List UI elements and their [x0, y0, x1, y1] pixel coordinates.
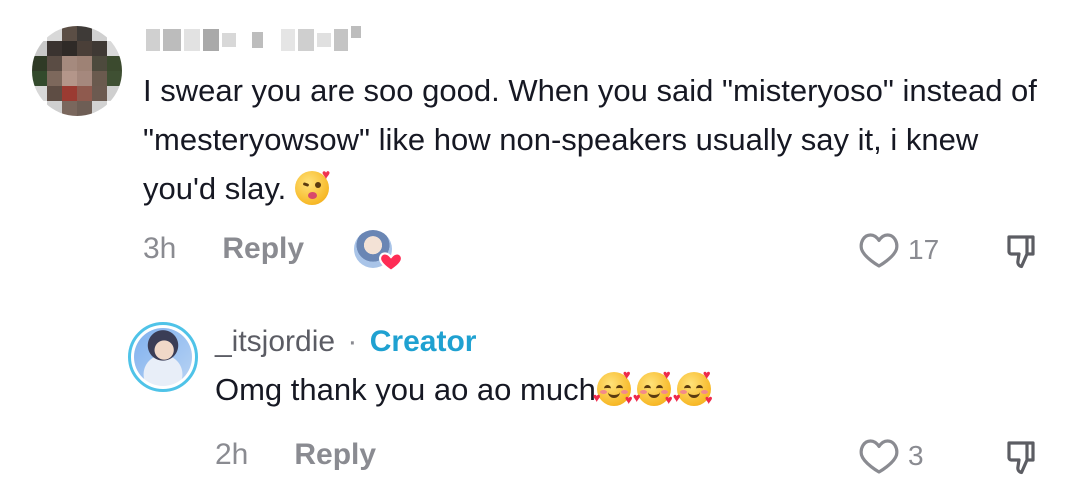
commenter-username[interactable]	[146, 26, 361, 54]
reply-meta: 2h Reply	[215, 438, 376, 472]
reply-reply-button[interactable]: Reply	[294, 438, 376, 472]
reply-button[interactable]: Reply	[222, 232, 304, 266]
comment-thread: I swear you are soo good. When you said …	[0, 0, 1080, 500]
comment-meta: 3h Reply	[143, 232, 304, 266]
comment-time: 3h	[143, 232, 177, 265]
heart-outline-icon[interactable]	[858, 230, 900, 270]
reply-header: _itsjordie · Creator	[215, 322, 476, 362]
creator-badge: Creator	[369, 325, 477, 358]
smiling-face-with-hearts-emoji: ♥ ♥ ♥	[592, 367, 633, 407]
heart-icon	[379, 252, 403, 273]
reply-text: Omg thank you ao ao much	[215, 372, 596, 407]
reply-body: Omg thank you ao ao much ♥ ♥ ♥ ♥ ♥ ♥ ♥ ♥ ♥	[215, 367, 713, 412]
like-count: 17	[908, 234, 940, 265]
kissing-face-emoji: ♥	[294, 167, 330, 205]
creator-avatar-image	[134, 328, 192, 386]
reply-username[interactable]: _itsjordie	[215, 325, 335, 358]
smiling-face-with-hearts-emoji: ♥ ♥ ♥	[632, 367, 673, 407]
dislike-icon[interactable]	[1003, 437, 1043, 477]
reply-time: 2h	[215, 438, 249, 471]
smiling-face-with-hearts-emoji: ♥ ♥ ♥	[672, 367, 713, 407]
commenter-avatar[interactable]	[32, 26, 122, 116]
comment-like[interactable]: 17	[858, 230, 939, 270]
creator-avatar[interactable]	[128, 322, 198, 392]
creator-liked-indicator	[354, 230, 403, 273]
like-count: 3	[908, 440, 924, 471]
separator-dot: ·	[347, 325, 358, 358]
heart-outline-icon[interactable]	[858, 436, 900, 476]
dislike-icon[interactable]	[1003, 231, 1043, 271]
comment-text: I swear you are soo good. When you said …	[143, 73, 1037, 206]
comment-body: I swear you are soo good. When you said …	[143, 66, 1043, 213]
reply-like[interactable]: 3	[858, 436, 924, 476]
